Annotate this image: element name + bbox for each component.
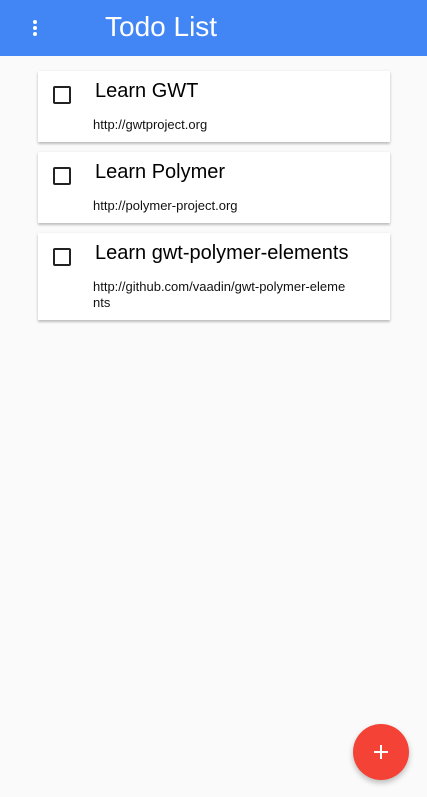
todo-item: Learn gwt-polymer-elements http://github…	[38, 233, 390, 320]
todo-link: http://github.com/vaadin/gwt-polymer-ele…	[93, 279, 346, 310]
plus-icon	[380, 745, 382, 759]
todo-link: http://polymer-project.org	[93, 198, 238, 213]
add-todo-button[interactable]	[353, 724, 409, 780]
todo-checkbox[interactable]	[53, 248, 71, 266]
todo-item: Learn Polymer http://polymer-project.org	[38, 152, 390, 223]
todo-checkbox[interactable]	[53, 167, 71, 185]
todo-list: Learn GWT http://gwtproject.org Learn Po…	[38, 71, 390, 330]
todo-link: http://gwtproject.org	[93, 117, 208, 132]
menu-dot	[33, 32, 37, 36]
todo-title: Learn gwt-polymer-elements	[95, 242, 349, 264]
todo-item: Learn GWT http://gwtproject.org	[38, 71, 390, 142]
menu-dot	[33, 20, 37, 24]
page-title: Todo List	[105, 11, 218, 42]
todo-title: Learn GWT	[95, 80, 199, 102]
todo-app: Todo List Learn GWT http://gwtproject.or…	[0, 0, 427, 797]
more-vert-icon[interactable]	[23, 14, 47, 42]
todo-checkbox[interactable]	[53, 86, 71, 104]
menu-dot	[33, 26, 37, 30]
todo-title: Learn Polymer	[95, 161, 226, 183]
app-toolbar: Todo List	[0, 0, 427, 56]
